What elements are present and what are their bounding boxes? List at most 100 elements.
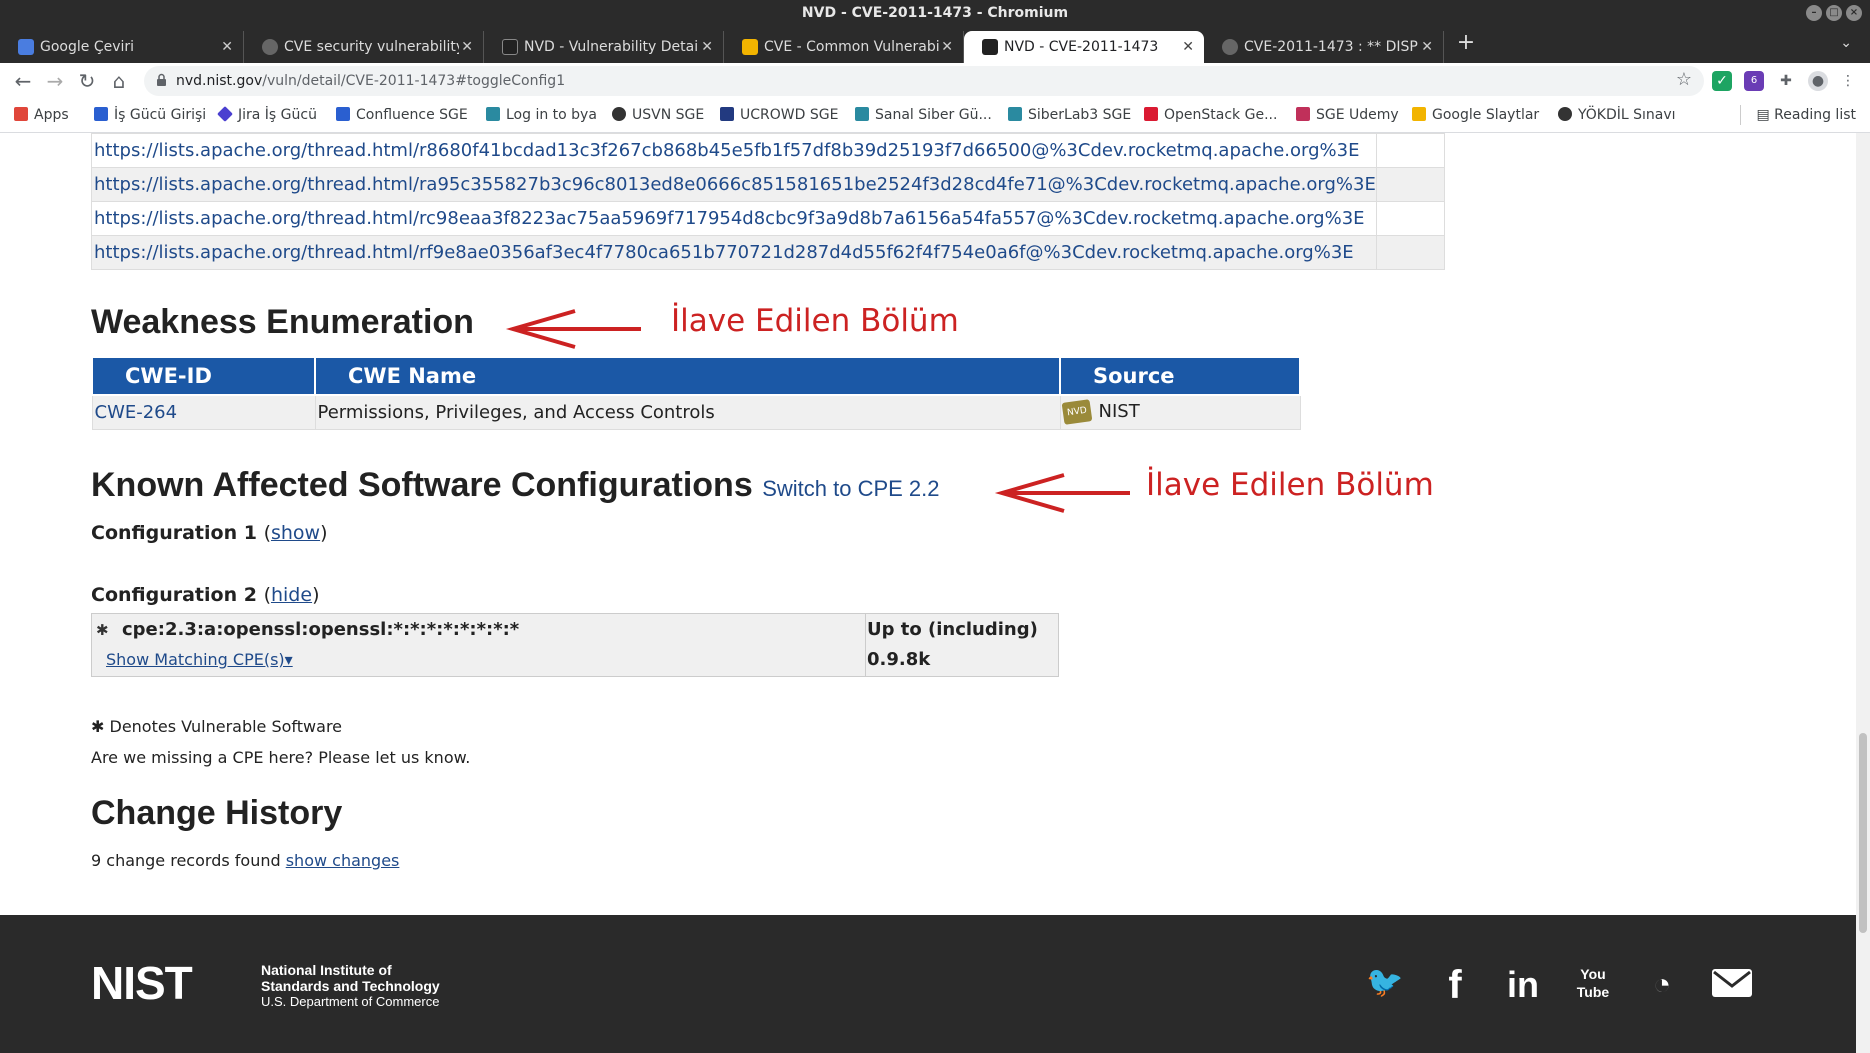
bookmark-sge-udemy[interactable]: SGE Udemy (1296, 107, 1399, 123)
youtube-icon[interactable]: You Tube (1573, 965, 1613, 1005)
globe-icon (1558, 107, 1572, 121)
table-row: https://lists.apache.org/thread.html/rf9… (91, 235, 1446, 270)
rss-icon[interactable]: ◔ (1642, 965, 1682, 1005)
scrollbar-thumb[interactable] (1859, 733, 1867, 933)
column-header: Source (1059, 356, 1301, 396)
column-header: CWE-ID (91, 356, 316, 396)
org-line-3: U.S. Department of Commerce (261, 994, 440, 1009)
bya-icon (486, 107, 500, 121)
tab-search-icon[interactable]: ⌄ (1840, 35, 1852, 51)
reference-resource-cell (1375, 235, 1446, 270)
reference-link[interactable]: https://lists.apache.org/thread.html/r86… (91, 133, 1377, 168)
reference-link[interactable]: https://lists.apache.org/thread.html/rc9… (91, 201, 1377, 236)
confluence-icon (336, 107, 350, 121)
reference-link[interactable]: https://lists.apache.org/thread.html/rf9… (91, 235, 1377, 270)
forward-icon[interactable]: → (42, 68, 68, 94)
extension-badge-icon[interactable]: 6 (1744, 71, 1764, 91)
facebook-icon[interactable]: f (1435, 965, 1475, 1005)
close-tab-icon[interactable]: ✕ (701, 31, 713, 63)
page-scrollbar[interactable] (1856, 133, 1870, 1053)
url-text: nvd.nist.gov/vuln/detail/CVE-2011-1473#t… (176, 73, 566, 89)
tab-google-ceviri[interactable]: Google Çeviri ✕ (0, 31, 244, 63)
nvd-icon (982, 39, 998, 55)
siber-icon (1008, 107, 1022, 121)
tab-cve-common[interactable]: CVE - Common Vulnerabil ✕ (724, 31, 964, 63)
reference-link[interactable]: https://lists.apache.org/thread.html/ra9… (91, 167, 1377, 202)
references-table: https://lists.apache.org/thread.html/r86… (91, 133, 1446, 270)
close-tab-icon[interactable]: ✕ (221, 31, 233, 63)
table-header-row: CWE-ID CWE Name Source (91, 356, 1301, 396)
bookmark-confluence-sge[interactable]: Confluence SGE (336, 107, 468, 123)
twitter-icon[interactable]: 🐦 (1365, 965, 1405, 1005)
bookmark-ucrowd-sge[interactable]: UCROWD SGE (720, 107, 838, 123)
menu-kebab-icon[interactable]: ⋮ (1838, 71, 1858, 91)
bookmark-usvn-sge[interactable]: USVN SGE (612, 107, 704, 123)
profile-avatar-icon[interactable]: ● (1808, 71, 1828, 91)
globe-icon (612, 107, 626, 121)
email-icon[interactable] (1710, 965, 1754, 1005)
minimize-icon[interactable]: – (1806, 5, 1822, 21)
cpe-table: ✱ cpe:2.3:a:openssl:openssl:*:*:*:*:*:*:… (91, 613, 1059, 677)
change-history-heading: Change History (91, 794, 343, 832)
bookmarks-bar: Apps İş Gücü Girişi Jira İş Gücü Conflue… (0, 99, 1870, 133)
table-row: https://lists.apache.org/thread.html/rc9… (91, 201, 1446, 236)
slides-icon (1412, 107, 1426, 121)
close-window-icon[interactable]: × (1846, 5, 1862, 21)
bookmark-sanal-siber[interactable]: Sanal Siber Gü... (855, 107, 992, 123)
hide-config-2-link[interactable]: hide (271, 584, 312, 606)
bookmark-siberlab3-sge[interactable]: SiberLab3 SGE (1008, 107, 1131, 123)
extensions-puzzle-icon[interactable]: ✚ (1776, 71, 1796, 91)
back-icon[interactable]: ← (10, 68, 36, 94)
bookmark-yokdil[interactable]: YÖKDİL Sınavı (1558, 107, 1676, 123)
bookmark-google-slaytlar[interactable]: Google Slaytlar (1412, 107, 1539, 123)
openstack-icon (1144, 107, 1158, 121)
table-row: CWE-264 Permissions, Privileges, and Acc… (91, 394, 1301, 430)
close-tab-icon[interactable]: ✕ (1421, 31, 1433, 63)
switch-cpe-link[interactable]: Switch to CPE 2.2 (762, 476, 939, 501)
show-changes-link[interactable]: show changes (286, 851, 400, 870)
configs-heading: Known Affected Software Configurations S… (91, 466, 940, 505)
close-tab-icon[interactable]: ✕ (1182, 31, 1194, 63)
bookmark-star-icon[interactable]: ☆ (1676, 69, 1692, 90)
bookmark-apps[interactable]: Apps (14, 107, 69, 123)
address-bar[interactable]: nvd.nist.gov/vuln/detail/CVE-2011-1473#t… (144, 66, 1704, 96)
home-icon[interactable]: ⌂ (106, 68, 132, 94)
cwe-source: NVD NIST (1059, 394, 1301, 430)
reload-icon[interactable]: ↻ (74, 68, 100, 94)
reference-resource-cell (1375, 133, 1446, 168)
bookmark-is-gucu-girisi[interactable]: İş Gücü Girişi (94, 107, 206, 123)
close-tab-icon[interactable]: ✕ (941, 31, 953, 63)
close-tab-icon[interactable]: ✕ (461, 31, 473, 63)
maximize-icon[interactable]: □ (1826, 5, 1842, 21)
reference-resource-cell (1375, 167, 1446, 202)
vulnerable-bug-icon: ✱ (91, 717, 110, 736)
shield-extension-icon[interactable]: ✓ (1712, 71, 1732, 91)
new-tab-button[interactable]: + (1452, 29, 1480, 57)
show-matching-cpes-link[interactable]: Show Matching CPE(s)▾ (106, 650, 293, 669)
config-1-title: Configuration 1 (91, 522, 257, 544)
change-history-summary: 9 change records found show changes (91, 851, 399, 870)
window-title: NVD - CVE-2011-1473 - Chromium (801, 5, 1069, 21)
bookmark-openstack[interactable]: OpenStack Ge... (1144, 107, 1277, 123)
cwe-id-link[interactable]: CWE-264 (95, 402, 178, 423)
bookmark-separator (1740, 105, 1742, 125)
bookmark-log-in-to-bya[interactable]: Log in to bya (486, 107, 597, 123)
annotation-arrow-icon (505, 309, 641, 349)
show-config-1-link[interactable]: show (271, 522, 320, 544)
nvd-icon (502, 39, 518, 55)
tab-cve-disputed[interactable]: CVE-2011-1473 : ** DISPUT ✕ (1204, 31, 1444, 63)
table-row: https://lists.apache.org/thread.html/ra9… (91, 167, 1446, 202)
jira-icon (94, 107, 108, 121)
tab-nvd-cve-2011-1473[interactable]: NVD - CVE-2011-1473 ✕ (964, 31, 1204, 63)
annotation-arrow-icon (994, 473, 1130, 513)
nist-logo[interactable]: NIST (91, 963, 256, 1003)
configs-annotation: İlave Edilen Bölüm (1146, 467, 1434, 503)
bookmark-jira-is-gucu[interactable]: Jira İş Gücü (217, 106, 317, 123)
linkedin-icon[interactable]: in (1503, 965, 1543, 1005)
reading-list-button[interactable]: ▤ Reading list (1740, 105, 1856, 125)
cwe-name: Permissions, Privileges, and Access Cont… (314, 394, 1061, 430)
configuration-1-label: Configuration 1 (show) (91, 522, 328, 544)
tab-cve-security[interactable]: CVE security vulnerability ✕ (244, 31, 484, 63)
missing-cpe-link[interactable]: Are we missing a CPE here? Please let us… (91, 748, 470, 767)
tab-nvd-vuln-detail[interactable]: NVD - Vulnerability Detail ✕ (484, 31, 724, 63)
